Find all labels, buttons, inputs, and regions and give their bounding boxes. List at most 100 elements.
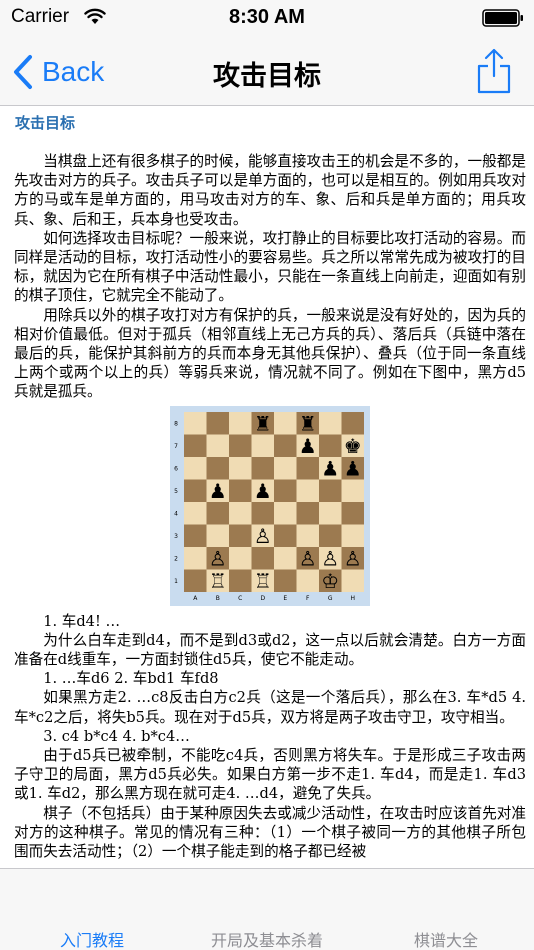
board-square (229, 411, 252, 435)
board-square (296, 569, 319, 592)
board-square (229, 479, 252, 502)
article-paragraph: 如果黑方走2. …c8反击白方c2兵（这是一个落后兵），那么在3. 车*d5 4… (14, 689, 526, 726)
board-square (184, 569, 207, 592)
article-body: 当棋盘上还有很多棋子的时候，能够直接攻击王的机会是不多的，一般都是先攻击对方的兵… (14, 152, 526, 861)
board-square (319, 524, 342, 547)
board-square (184, 546, 207, 570)
board-square (206, 434, 229, 457)
chess-piece-d3: ♙ (254, 523, 272, 547)
article-paragraph: 由于d5兵已被牵制，不能吃c4兵，否则黑方将失车。于是形成三子攻击两子守卫的局面… (14, 747, 526, 803)
chess-piece-b2: ♙ (209, 546, 227, 570)
file-label: D (260, 595, 265, 602)
board-square (229, 456, 252, 480)
board-square (341, 524, 364, 547)
tab-bar: 入门教程 开局及基本杀着 棋谱大全 (0, 868, 534, 950)
chess-piece-f8: ♜ (299, 411, 317, 435)
board-square (274, 411, 297, 435)
chess-piece-g6: ♟ (321, 456, 339, 480)
file-label: B (216, 595, 220, 602)
board-square (229, 569, 252, 592)
board-square (274, 569, 297, 592)
board-square (274, 546, 297, 570)
article-paragraph: 当棋盘上还有很多棋子的时候，能够直接攻击王的机会是不多的，一般都是先攻击对方的兵… (14, 153, 526, 228)
share-icon (484, 48, 504, 78)
rank-label: 4 (174, 510, 178, 517)
move-line: 1. …车d6 2. 车bd1 车fd8 (43, 670, 219, 688)
board-square (229, 501, 252, 525)
article-paragraph: 棋子（不包括兵）由于某种原因失去或减少活动性，在攻击时应该首先对准对方的这种棋子… (14, 804, 526, 861)
chess-piece-h2: ♙ (344, 546, 362, 570)
board-square (184, 456, 207, 480)
article-paragraph: 为什么白车走到d4，而不是到d3或d2，这一点以后就会清楚。白方一方面准备在d线… (14, 631, 526, 669)
tab-game-records[interactable]: 棋谱大全 (406, 927, 486, 950)
rank-label: 2 (174, 555, 178, 562)
board-square (229, 434, 252, 457)
rank-label: 3 (174, 532, 178, 539)
board-square (274, 479, 297, 502)
board-square (296, 501, 319, 525)
chess-piece-h6: ♟ (344, 456, 362, 480)
battery-icon (482, 9, 523, 27)
board-square (319, 479, 342, 502)
move-line: 3. c4 b*c4 4. b*c4… (43, 727, 190, 745)
tab-tutorial[interactable]: 入门教程 (52, 927, 132, 950)
back-button[interactable]: Back (12, 52, 104, 92)
rank-label: 1 (174, 577, 178, 584)
board-square (341, 411, 364, 435)
board-square (251, 501, 274, 525)
board-square (341, 569, 364, 592)
chess-piece-d1: ♖ (254, 568, 272, 592)
chess-piece-b5: ♟ (209, 478, 227, 502)
board-square (184, 479, 207, 502)
file-label: C (238, 595, 242, 602)
board-square (206, 456, 229, 480)
chess-piece-g2: ♙ (321, 546, 339, 570)
move-line: 1. 车d4! … (43, 612, 121, 630)
board-square (296, 524, 319, 547)
article-paragraph: 如何选择攻击目标呢？一般来说，攻打静止的目标要比攻打活动的容易。而同样是活动的目… (14, 229, 526, 305)
share-button[interactable] (476, 46, 512, 94)
status-bar: Carrier 8:30 AM (0, 0, 534, 38)
board-square (319, 411, 342, 435)
rank-label: 8 (174, 420, 178, 427)
chess-piece-b1: ♖ (209, 568, 227, 592)
board-square (184, 434, 207, 457)
chess-piece-g1: ♔ (321, 568, 339, 592)
board-square (229, 524, 252, 547)
board-square (206, 501, 229, 525)
board-square (296, 479, 319, 502)
board-square (274, 524, 297, 547)
board-square (274, 501, 297, 525)
tab-openings[interactable]: 开局及基本杀着 (205, 927, 329, 950)
chessboard: 87654321A B C D E F G H♜ ♜♟ ♚♟ ♟♟ ♟♙♙ ♙ ♙ ♙♖ ♖ ♔ (170, 405, 370, 606)
rank-label: 6 (174, 465, 178, 472)
chess-diagram: 8 7 6 5 4 3 2 1 A B C D E F G H ♜ ♜ ♟ ♚ ♟ ♟ ♟ ♟ ♙ ♙ ♙ ♙ ♙ ♖ ♖ ♔ (14, 405, 526, 606)
board-square (184, 411, 207, 435)
chess-piece-f2: ♙ (299, 546, 317, 570)
rank-label: 7 (174, 442, 178, 449)
back-label: Back (42, 56, 105, 87)
board-square (206, 411, 229, 435)
board-square (341, 479, 364, 502)
board-square (229, 546, 252, 570)
board-square (274, 456, 297, 480)
chess-piece-d5: ♟ (254, 478, 272, 502)
navigation-bar: Back 攻击目标 (0, 38, 534, 106)
board-square (251, 434, 274, 457)
article-heading: 攻击目标 (15, 114, 76, 132)
board-square (251, 456, 274, 480)
chess-piece-f7: ♟ (299, 433, 317, 457)
board-square (341, 501, 364, 525)
chevron-left-icon (14, 55, 32, 89)
chess-piece-d8: ♜ (254, 411, 272, 435)
chess-piece-h7: ♚ (344, 433, 362, 457)
article-paragraph: 用除兵以外的棋子攻打对方有保护的兵，一般来说是没有好处的，因为兵的相对价值最低。… (14, 306, 526, 401)
board-square (206, 524, 229, 547)
clock-label: 8:30 AM (229, 6, 305, 28)
board-square (319, 501, 342, 525)
board-square (184, 501, 207, 525)
board-square (251, 546, 274, 570)
file-label: E (283, 595, 287, 602)
article-view[interactable]: 攻击目标 当棋盘上还有很多棋子的时候，能够直接攻击王的机会是不多的，一般都是先攻… (0, 106, 534, 868)
board-square (274, 434, 297, 457)
